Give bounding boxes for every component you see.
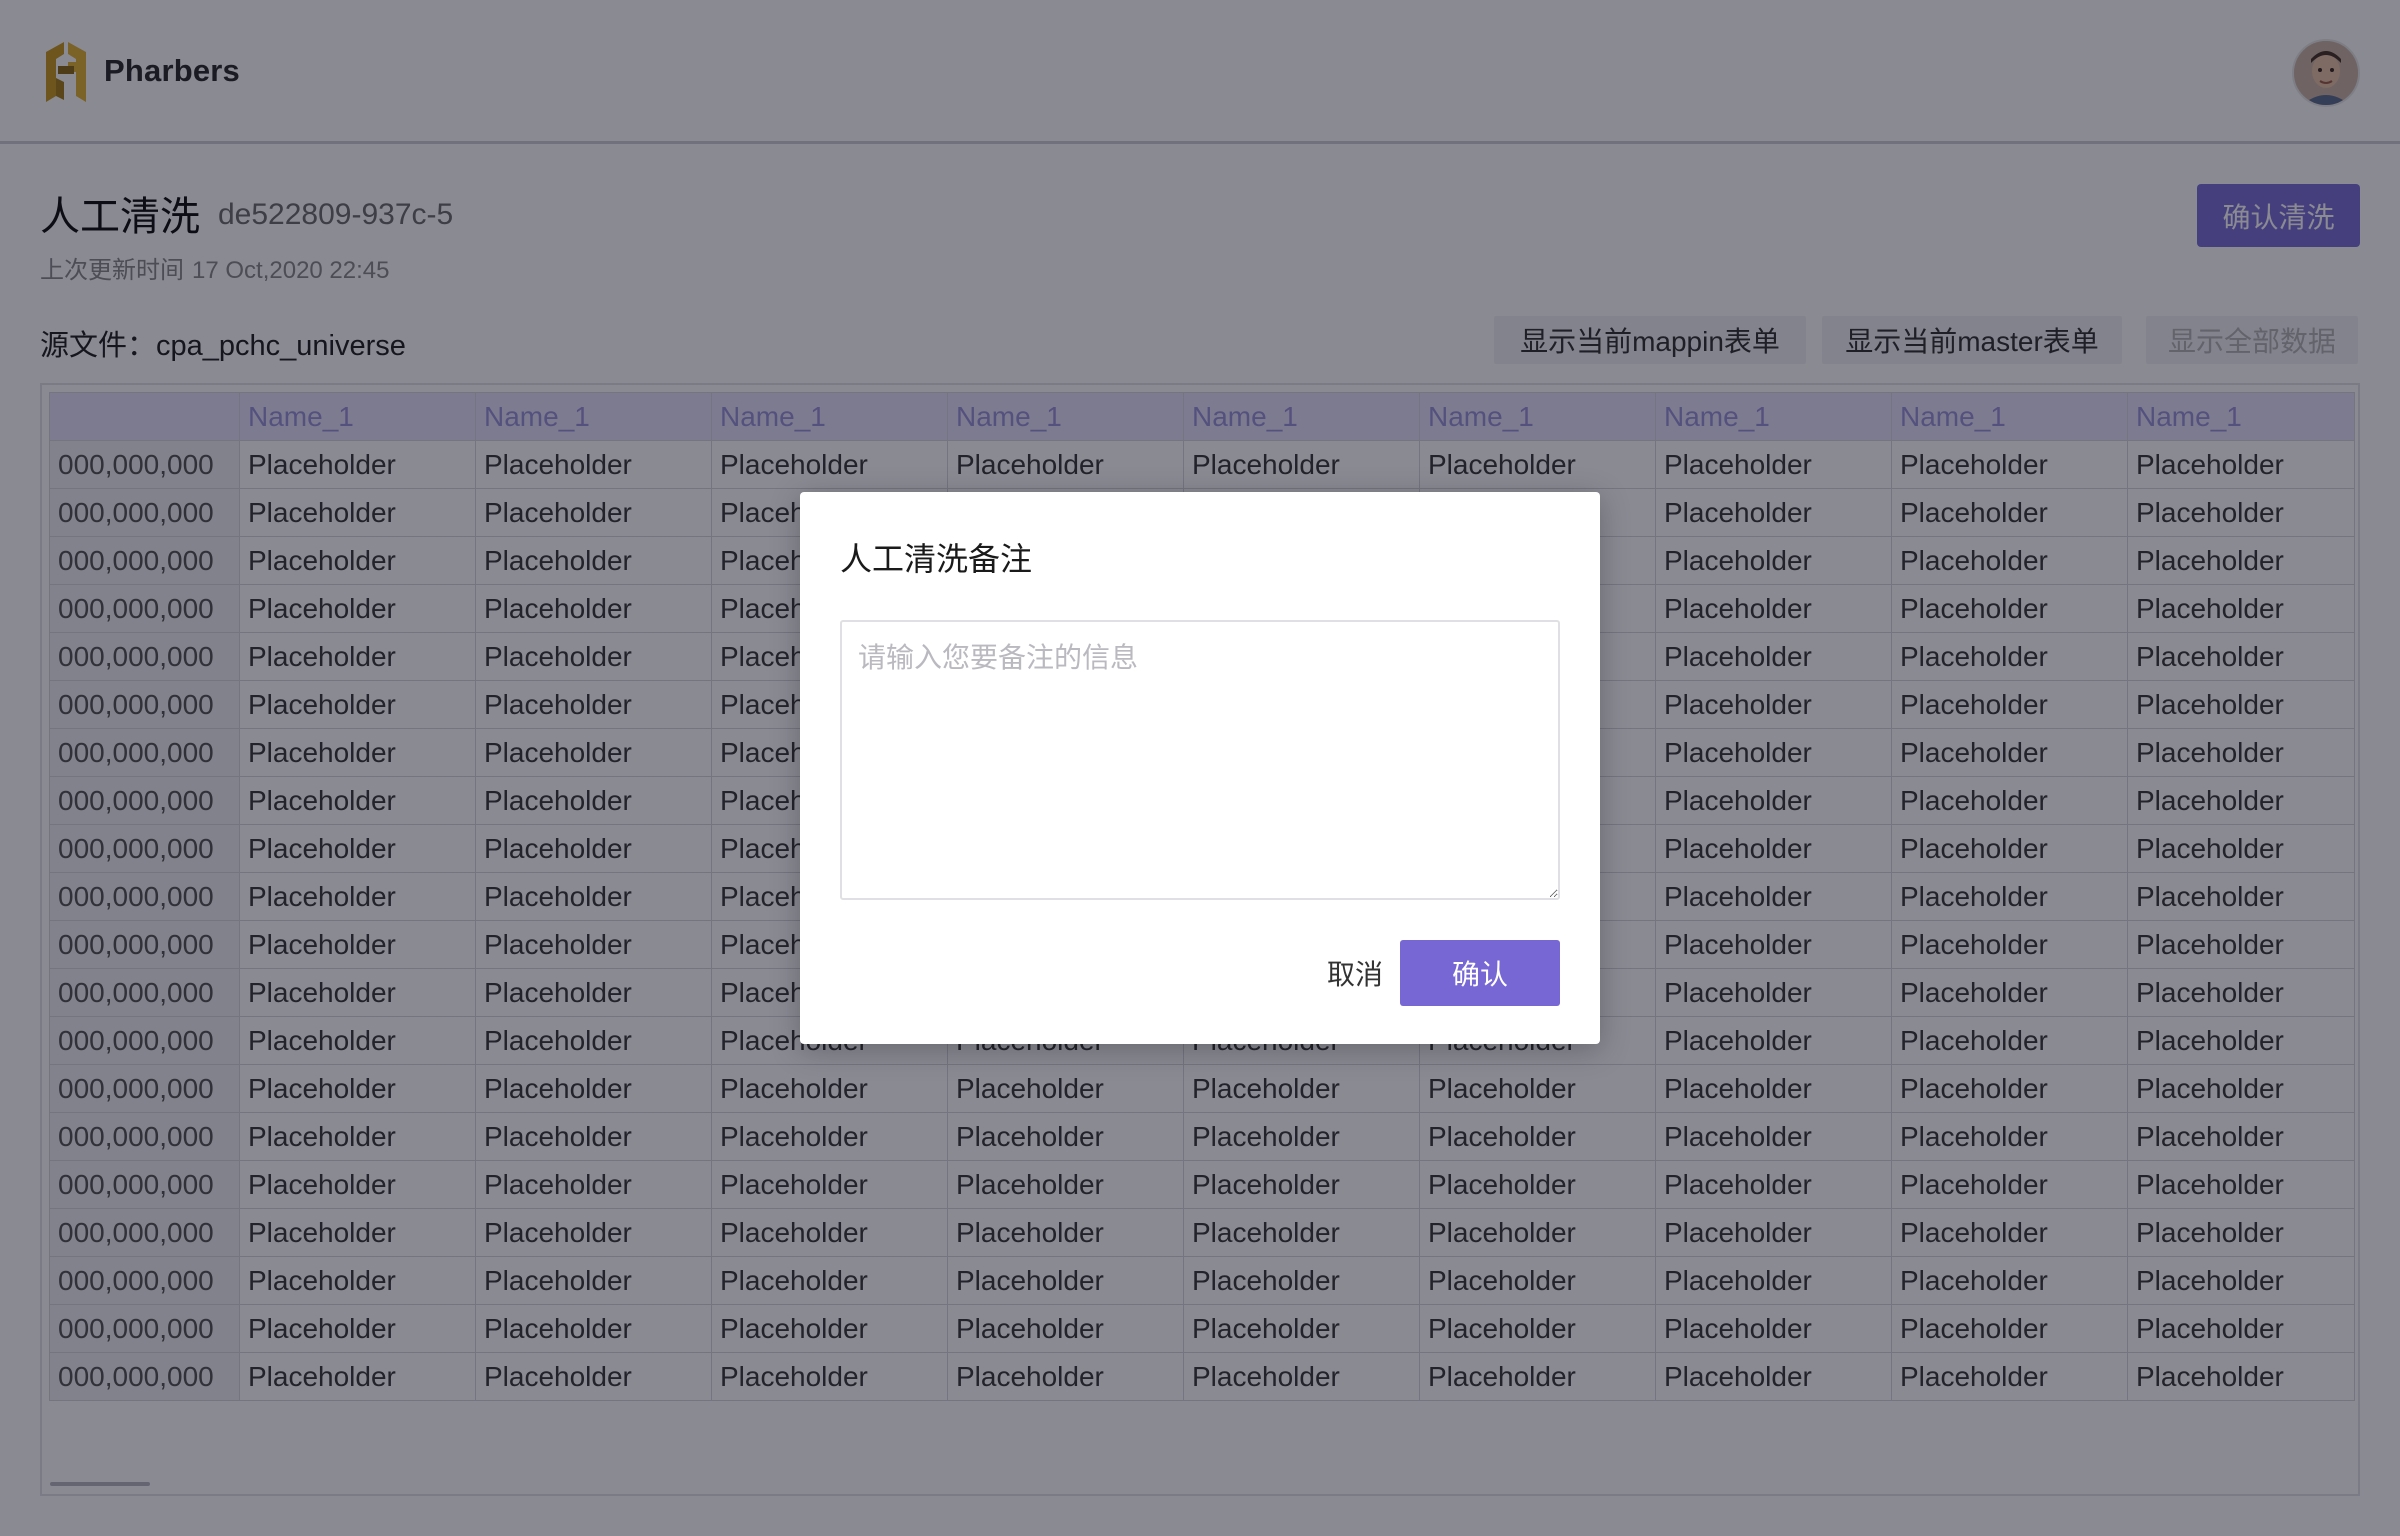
remark-dialog: 人工清洗备注 取消 确认: [800, 492, 1600, 1044]
remark-textarea[interactable]: [840, 620, 1560, 900]
remark-dialog-title: 人工清洗备注: [840, 541, 1033, 577]
confirm-button[interactable]: 确认: [1400, 940, 1560, 1006]
